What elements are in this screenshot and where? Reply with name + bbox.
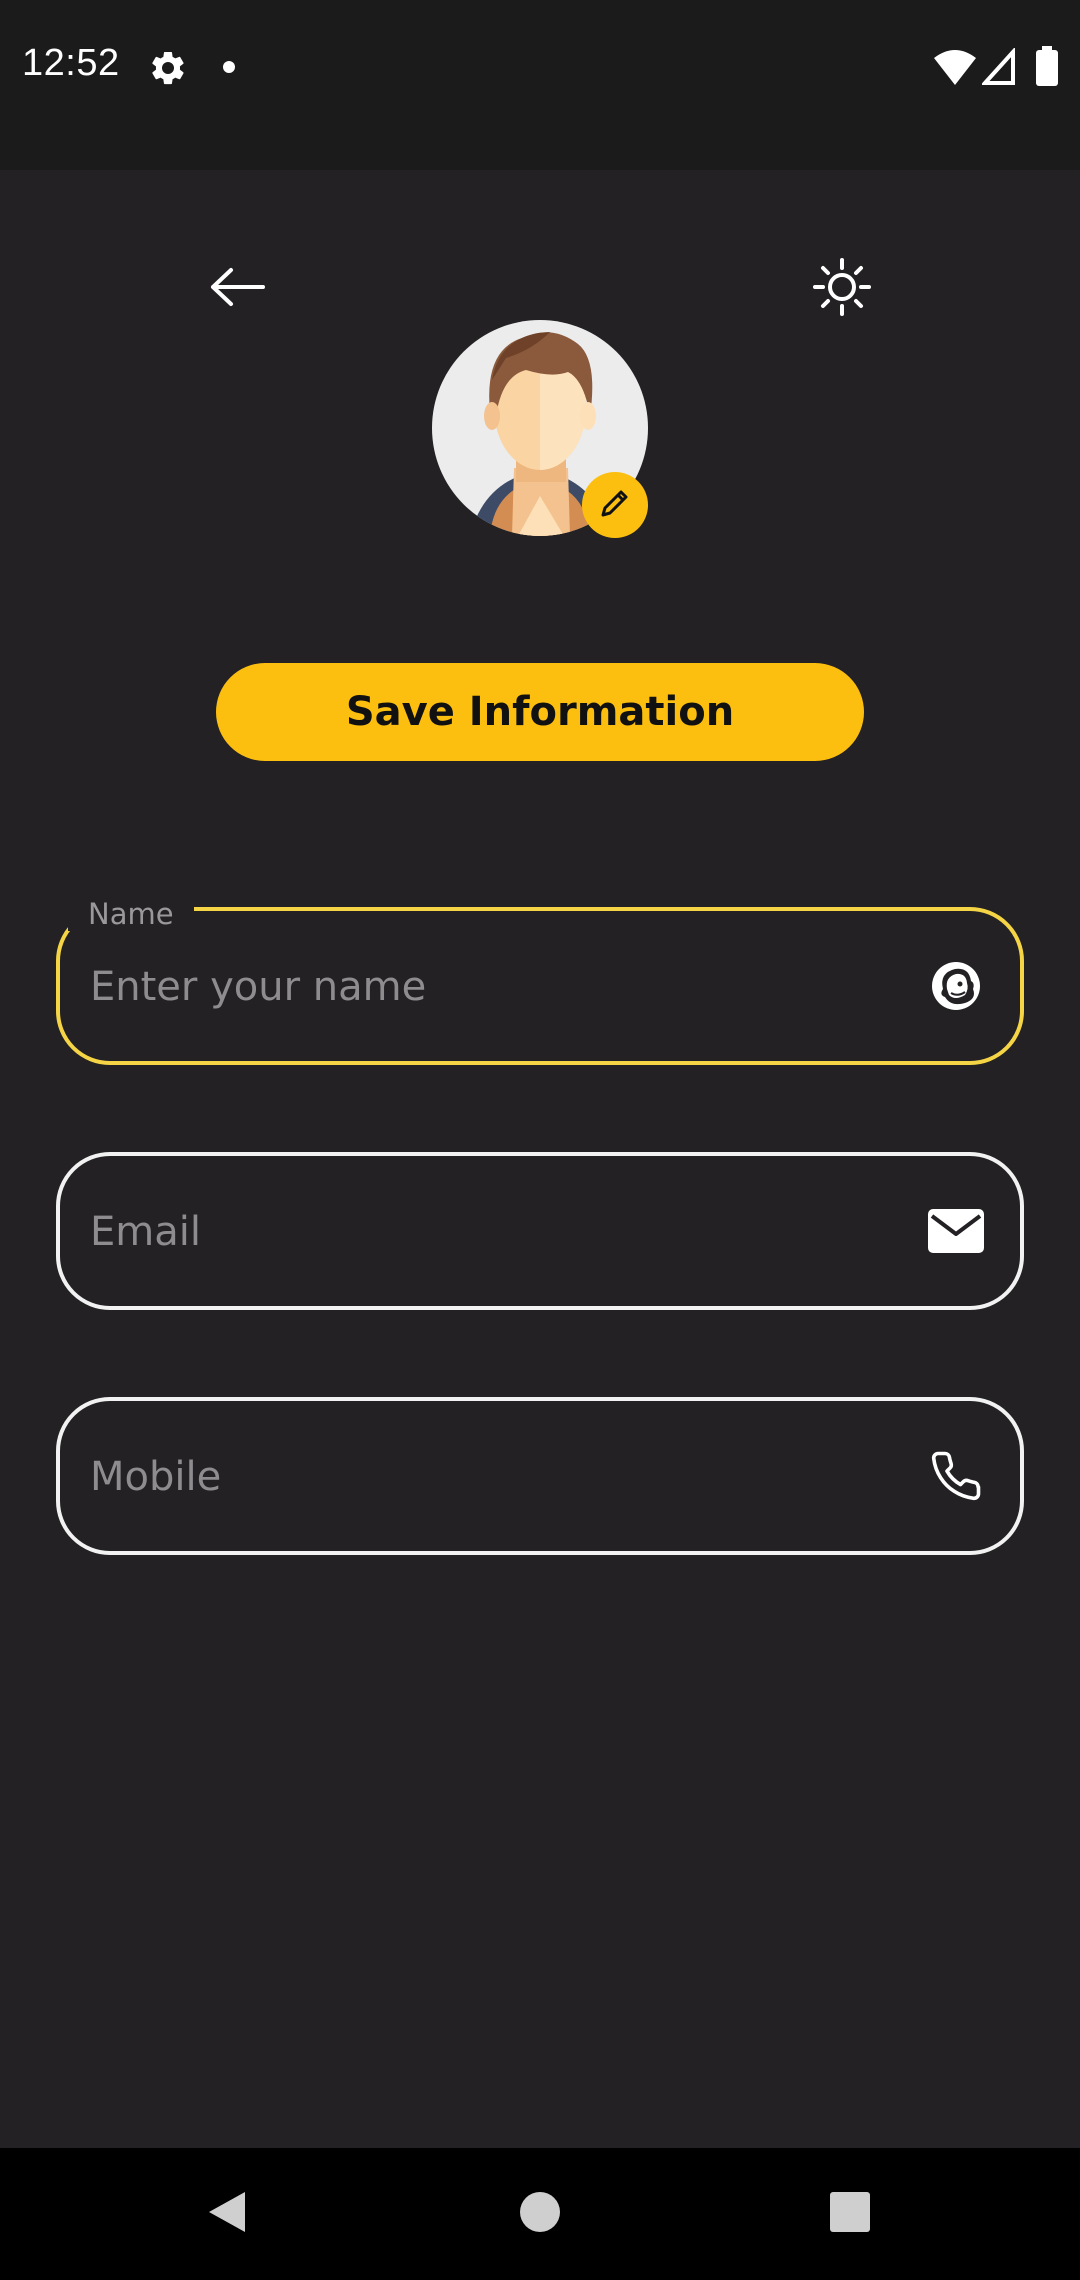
mobile-input[interactable] xyxy=(88,1401,892,1553)
back-triangle-icon xyxy=(205,2188,249,2241)
save-information-button[interactable]: Save Information xyxy=(216,663,864,761)
status-time: 12:52 xyxy=(22,42,120,84)
pencil-icon xyxy=(597,485,633,526)
navigation-bar xyxy=(0,2148,1080,2280)
status-bar: 12:52 xyxy=(0,0,1080,170)
battery-icon xyxy=(1036,46,1058,91)
notification-dot-icon xyxy=(222,60,236,79)
mailchimp-icon xyxy=(926,956,986,1016)
back-button[interactable] xyxy=(192,244,282,334)
profile-screen: Save Information Name xyxy=(0,170,1080,2148)
home-circle-icon xyxy=(519,2191,561,2238)
name-input[interactable] xyxy=(88,911,892,1063)
nav-home-button[interactable] xyxy=(504,2178,576,2250)
theme-toggle-button[interactable] xyxy=(797,244,887,334)
mobile-field[interactable] xyxy=(56,1397,1024,1555)
phone-icon xyxy=(926,1446,986,1506)
email-input[interactable] xyxy=(88,1156,892,1308)
nav-recents-button[interactable] xyxy=(814,2178,886,2250)
arrow-left-icon xyxy=(209,267,265,312)
nav-back-button[interactable] xyxy=(191,2178,263,2250)
edit-avatar-button[interactable] xyxy=(582,472,648,538)
envelope-icon xyxy=(926,1201,986,1261)
sun-icon xyxy=(813,257,871,321)
recents-square-icon xyxy=(829,2191,871,2238)
signal-icon xyxy=(980,46,1016,91)
email-field[interactable] xyxy=(56,1152,1024,1310)
name-floating-label: Name xyxy=(68,897,194,931)
name-field[interactable] xyxy=(56,907,1024,1065)
wifi-icon xyxy=(934,48,976,91)
settings-icon xyxy=(148,48,188,93)
